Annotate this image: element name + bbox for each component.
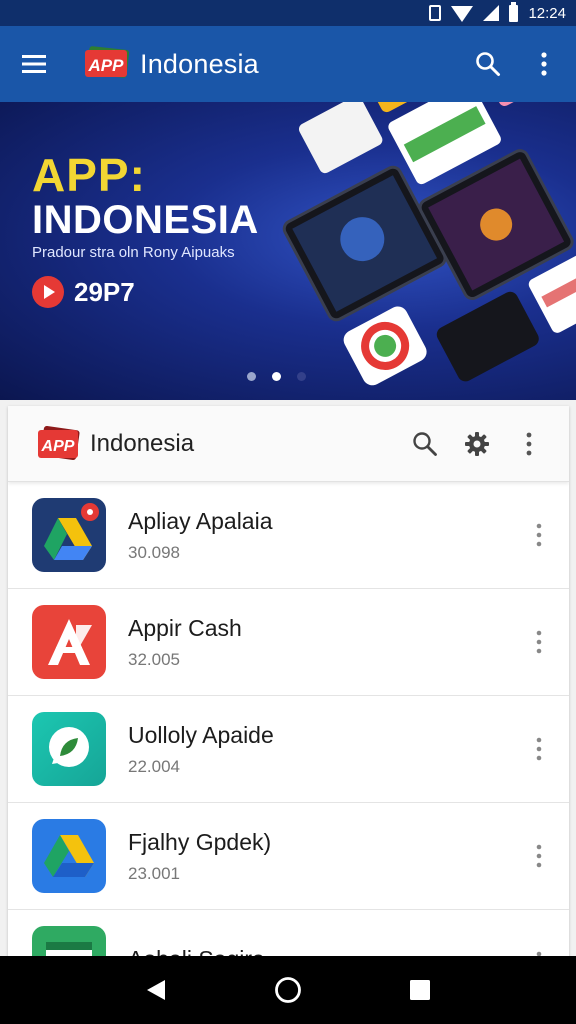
home-icon xyxy=(275,977,301,1003)
more-vert-icon xyxy=(536,523,542,547)
more-vert-icon xyxy=(541,52,547,76)
app-list: Apliay Apalaia 30.098 Appir Cash 32.005 … xyxy=(8,482,569,966)
hero-banner[interactable]: APP: INDONESIA Pradour stra oln Rony Aip… xyxy=(0,102,576,400)
back-button[interactable] xyxy=(132,966,180,1014)
app-name: Apliay Apalaia xyxy=(128,507,273,534)
more-vert-icon xyxy=(536,737,542,761)
banner-title-line2: INDONESIA xyxy=(32,198,259,242)
brand-logo-text: APP xyxy=(88,56,125,75)
app-count: 22.004 xyxy=(128,756,180,776)
drive-triangle-icon xyxy=(32,498,106,572)
settings-icon xyxy=(465,431,489,456)
status-time: 12:24 xyxy=(528,4,566,22)
list-item[interactable]: Appir Cash 32.005 xyxy=(8,589,569,696)
more-vert-icon xyxy=(526,432,532,455)
a-letter-icon xyxy=(32,605,106,679)
brand-logo: APP xyxy=(85,46,130,78)
screen: 12:24 APP Indonesia APP: INDONESIA Prado… xyxy=(0,0,576,1024)
wifi-icon xyxy=(451,6,474,22)
card-overflow-button[interactable] xyxy=(503,416,555,472)
list-item[interactable]: Fjalhy Gpdek) 23.001 xyxy=(8,803,569,910)
search-button[interactable] xyxy=(460,36,516,92)
app-bar: APP Indonesia xyxy=(0,26,576,102)
card-header: APP Indonesia xyxy=(8,406,569,482)
home-button[interactable] xyxy=(264,966,312,1014)
banner-play-code: 29P7 xyxy=(74,276,135,307)
card-search-button[interactable] xyxy=(399,416,451,472)
menu-button[interactable] xyxy=(6,36,62,92)
signal-icon xyxy=(483,5,500,21)
battery-icon xyxy=(509,1,519,22)
carousel-indicator xyxy=(247,372,306,381)
system-nav-bar xyxy=(0,956,576,1024)
banner-subtitle: Pradour stra oln Rony Aipuaks xyxy=(32,244,235,261)
chat-bubble-icon xyxy=(32,712,106,786)
app-name: Uolloly Apaide xyxy=(128,721,274,748)
list-item[interactable]: Uolloly Apaide 22.004 xyxy=(8,696,569,803)
more-vert-icon xyxy=(536,844,542,868)
app-title: Indonesia xyxy=(140,48,259,79)
app-name: Appir Cash xyxy=(128,614,242,641)
back-icon xyxy=(147,980,165,1000)
card-logo: APP xyxy=(38,425,80,460)
more-vert-icon xyxy=(536,630,542,654)
recents-icon xyxy=(410,980,430,1000)
card-logo-text: APP xyxy=(41,438,75,455)
row-menu-button[interactable] xyxy=(515,612,563,672)
notification-icon xyxy=(429,5,442,21)
play-icon xyxy=(32,276,64,308)
row-menu-button[interactable] xyxy=(515,719,563,779)
search-icon xyxy=(413,431,437,456)
carousel-dot-active[interactable] xyxy=(272,372,281,381)
card-title: Indonesia xyxy=(90,429,195,457)
app-count: 32.005 xyxy=(128,649,180,669)
drive-triangle-icon xyxy=(32,819,106,893)
app-name: Fjalhy Gpdek) xyxy=(128,828,272,855)
app-count: 23.001 xyxy=(128,863,180,883)
carousel-dot[interactable] xyxy=(247,372,256,381)
app-list-card: APP Indonesia Apliay Apalaia 30.098 Appi… xyxy=(8,406,569,966)
carousel-dot[interactable] xyxy=(297,372,306,381)
overflow-menu-button[interactable] xyxy=(516,36,572,92)
row-menu-button[interactable] xyxy=(515,505,563,565)
search-icon xyxy=(476,52,500,76)
recents-button[interactable] xyxy=(396,966,444,1014)
banner-title: APP: xyxy=(32,149,146,201)
banner-play-button[interactable]: 29P7 xyxy=(32,276,135,308)
row-menu-button[interactable] xyxy=(515,826,563,886)
status-bar: 12:24 xyxy=(0,0,576,26)
card-settings-button[interactable] xyxy=(451,416,503,472)
list-item[interactable]: Apliay Apalaia 30.098 xyxy=(8,482,569,589)
banner-devices-illustration xyxy=(282,102,576,386)
menu-icon xyxy=(22,55,46,73)
app-count: 30.098 xyxy=(128,542,180,562)
